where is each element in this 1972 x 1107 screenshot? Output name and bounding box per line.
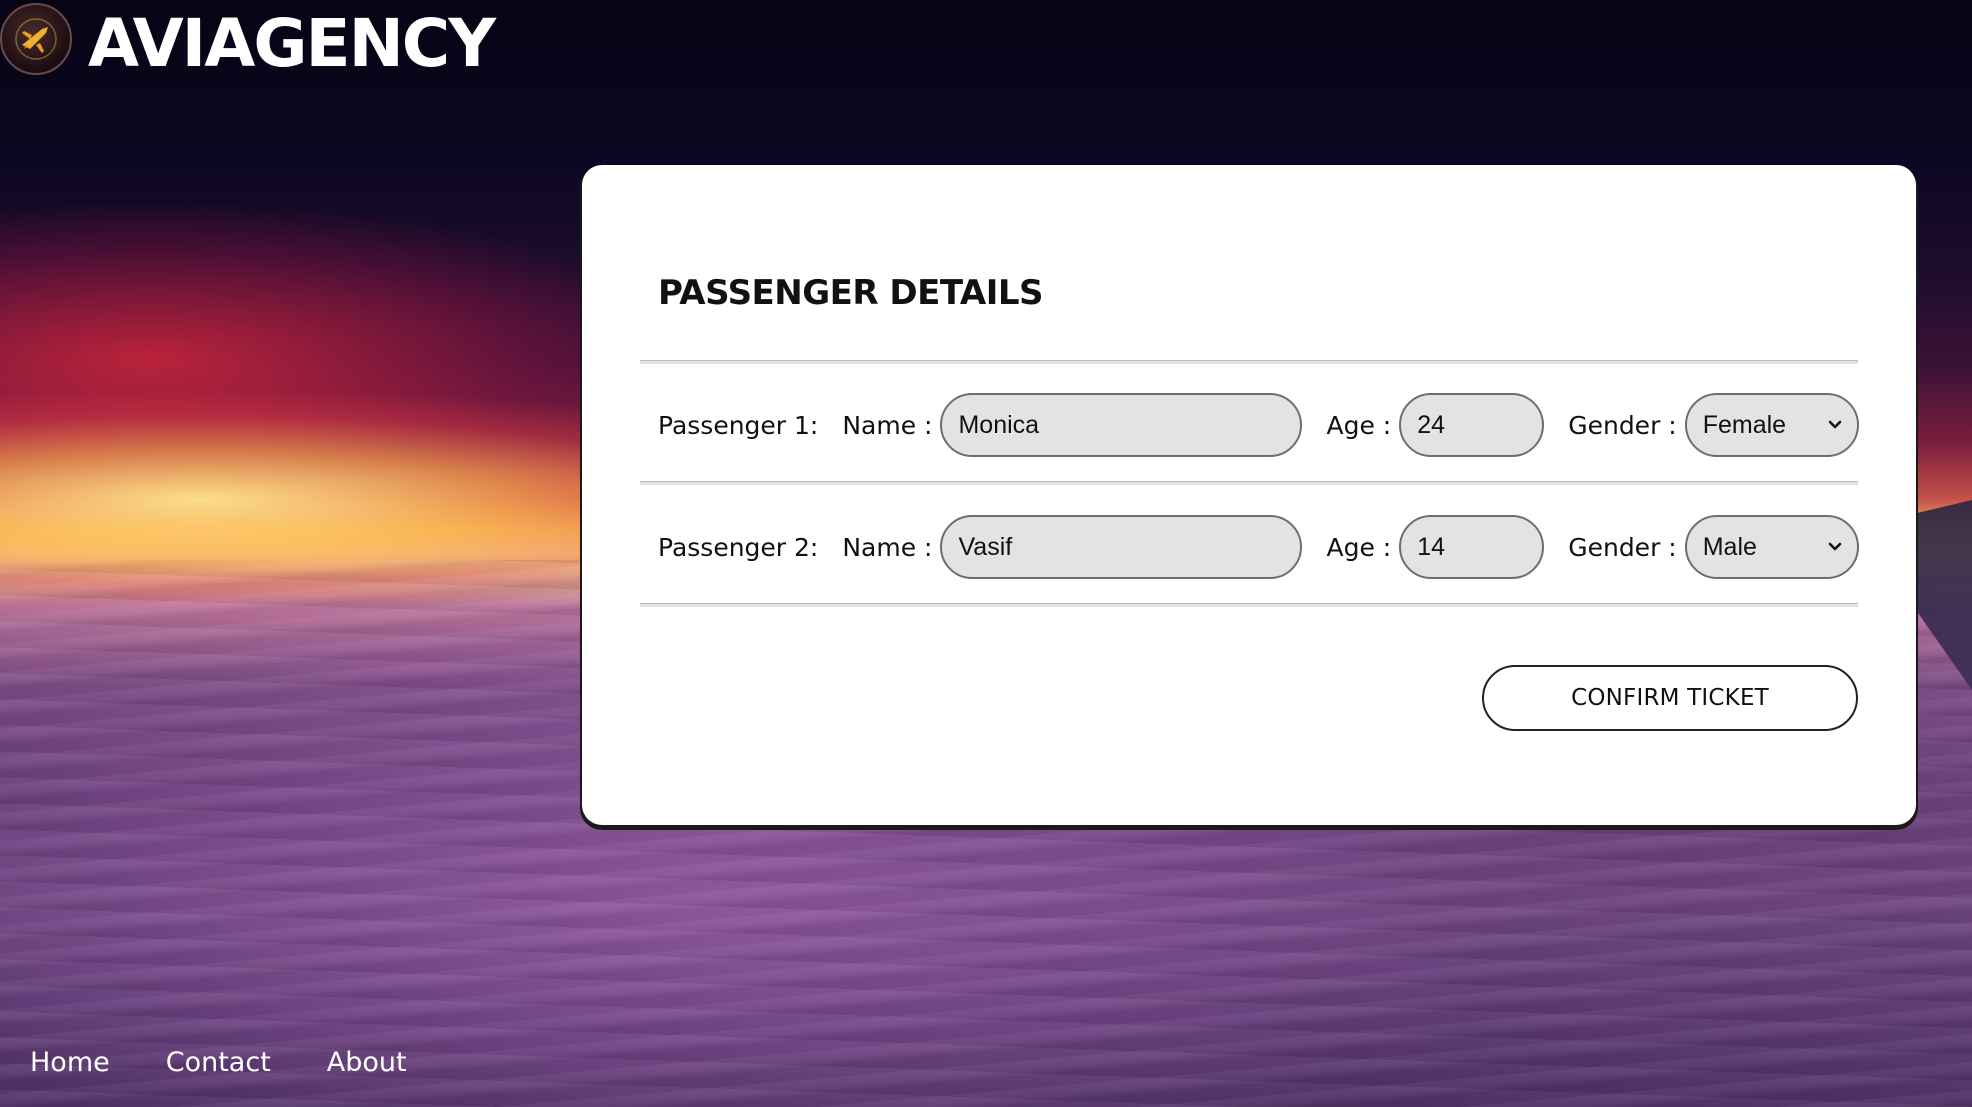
passenger-label: Passenger 1: <box>658 410 819 440</box>
divider <box>640 603 1858 607</box>
chevron-down-icon <box>1828 542 1842 551</box>
passenger-details-card: PASSENGER DETAILS Passenger 1: Name : Mo… <box>582 165 1916 825</box>
passenger-row-1: Passenger 1: Name : Monica Age : 24 Gend… <box>658 392 1859 458</box>
passenger-label: Passenger 2: <box>658 532 819 562</box>
nav-contact-link[interactable]: Contact <box>166 1047 271 1078</box>
brand-name: AVIAGENCY <box>88 4 496 82</box>
gender-select-value: Female <box>1702 410 1787 439</box>
age-label: Age : <box>1326 532 1392 562</box>
passenger-2-age-input[interactable]: 14 <box>1399 515 1545 579</box>
passenger-2-name-input[interactable]: Vasif <box>940 515 1303 579</box>
gender-label: Gender : <box>1568 532 1677 562</box>
footer-nav: Home Contact About <box>30 1047 407 1078</box>
divider <box>640 481 1858 485</box>
nav-home-link[interactable]: Home <box>30 1047 110 1078</box>
passenger-row-2: Passenger 2: Name : Vasif Age : 14 Gende… <box>658 514 1859 580</box>
confirm-ticket-button[interactable]: CONFIRM TICKET <box>1482 665 1858 731</box>
name-label: Name : <box>842 410 933 440</box>
gender-select-value: Male <box>1702 532 1757 561</box>
passenger-1-gender-select[interactable]: Female <box>1684 393 1859 457</box>
gender-label: Gender : <box>1568 410 1677 440</box>
age-label: Age : <box>1326 410 1392 440</box>
passenger-2-gender-select[interactable]: Male <box>1684 515 1859 579</box>
passenger-1-age-input[interactable]: 24 <box>1399 393 1545 457</box>
passenger-1-name-input[interactable]: Monica <box>940 393 1303 457</box>
chevron-down-icon <box>1828 420 1842 429</box>
plane-logo-icon <box>0 3 72 75</box>
header-brand[interactable]: AVIAGENCY <box>0 0 496 90</box>
name-label: Name : <box>842 532 933 562</box>
divider <box>640 360 1858 364</box>
card-title: PASSENGER DETAILS <box>658 273 1044 313</box>
nav-about-link[interactable]: About <box>327 1047 407 1078</box>
